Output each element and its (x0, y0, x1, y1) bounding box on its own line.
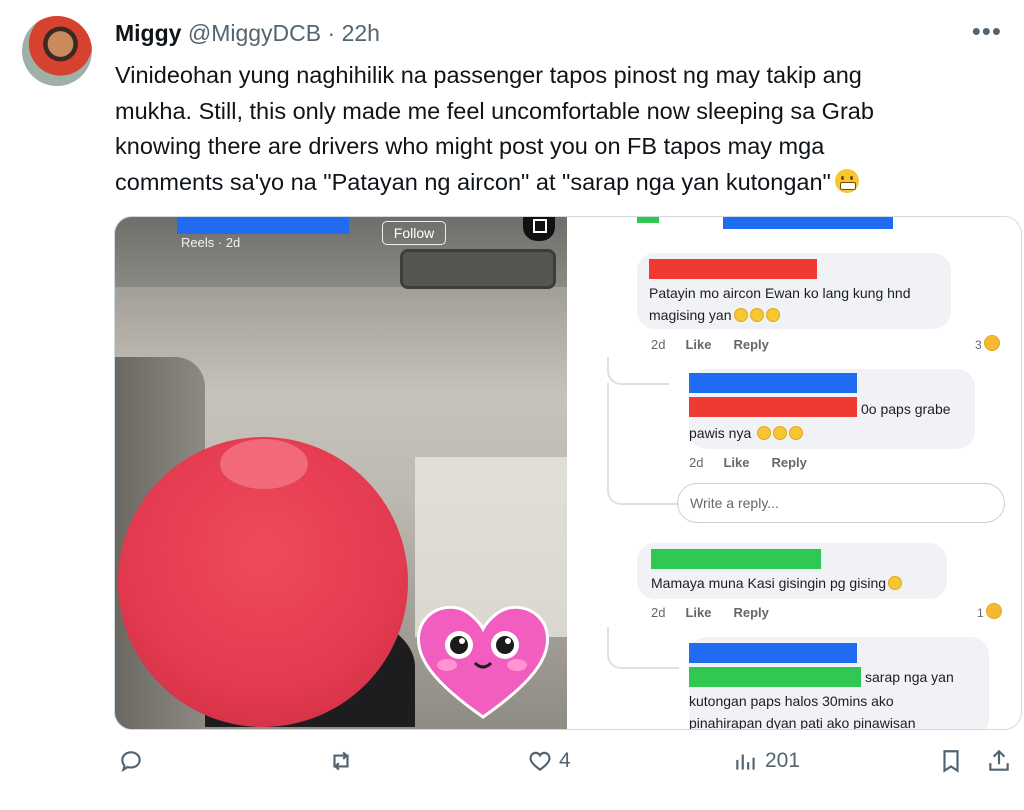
comment-text: Mamaya muna Kasi gisingin pg gising (651, 575, 903, 591)
grimacing-face-emoji-icon (834, 168, 859, 193)
tweet-actions: 4 201 (0, 748, 1024, 788)
censor-bar (689, 373, 857, 393)
bookmark-icon (943, 750, 959, 773)
reply-placeholder: Write a reply... (690, 495, 779, 511)
laughing-emoji-icon (749, 308, 764, 322)
reply-button[interactable] (118, 748, 150, 774)
views-button[interactable]: 201 (733, 748, 800, 774)
comment-text: Patayin mo aircon Ewan ko lang kung hnd (649, 285, 911, 301)
censor-bar (651, 549, 821, 569)
comment-text-line: Mamaya muna Kasi gisingin pg gising (651, 575, 887, 591)
reply-link[interactable]: Reply (771, 455, 806, 470)
censor-bar (637, 217, 659, 223)
thread-line (607, 627, 679, 669)
like-link[interactable]: Like (685, 605, 711, 620)
like-link[interactable]: Like (685, 337, 711, 352)
reply-link[interactable]: Reply (733, 337, 768, 352)
comment-time: 2d (689, 455, 704, 470)
header-separator: · (327, 20, 336, 46)
comments-panel: Patayin mo aircon Ewan ko lang kung hnd … (567, 217, 1021, 729)
bookmark-button[interactable] (938, 748, 964, 774)
comment-text: pinahirapan dyan pati ako pinawisan (689, 715, 916, 730)
relieved-emoji-icon (757, 426, 772, 440)
face-cover-circle (118, 437, 408, 727)
tweet-time[interactable]: 22h (342, 20, 380, 46)
like-button[interactable]: 4 (527, 748, 571, 774)
relieved-emoji-icon (773, 426, 788, 440)
censor-bar (689, 667, 861, 687)
censor-bar (723, 217, 893, 229)
reaction-number: 3 (975, 338, 982, 352)
censor-bar (649, 259, 817, 279)
tweet-media[interactable]: Reels · 2d Follow Patayin mo aircon Ewan… (114, 216, 1022, 730)
laughing-emoji-icon (888, 576, 903, 590)
more-options-icon[interactable]: ••• (972, 16, 1002, 47)
censor-bar (689, 643, 857, 663)
retweet-icon (333, 751, 349, 771)
car-photo[interactable]: Reels · 2d Follow (115, 217, 567, 729)
thread-line (607, 383, 679, 505)
retweet-button[interactable] (328, 748, 360, 774)
comment-text: pawis nya (689, 425, 804, 441)
reaction-number: 1 (977, 606, 984, 620)
comment-text-line: magising yan (649, 307, 732, 323)
tweet-line: mukha. Still, this only made me feel unc… (115, 97, 874, 124)
tweet-line: knowing there are drivers who might post… (115, 133, 825, 159)
censor-bar (689, 397, 857, 417)
reply-link[interactable]: Reply (733, 605, 768, 620)
comment-actions: 2d Like Reply (651, 605, 769, 620)
screenshot-icon (523, 217, 555, 241)
share-icon (989, 749, 1009, 771)
follow-button[interactable]: Follow (382, 221, 446, 245)
author-avatar[interactable] (22, 16, 92, 86)
censor-bar (177, 217, 349, 234)
reaction-count: 3 (975, 335, 1000, 352)
comment-text: sarap nga yan (865, 669, 954, 685)
comment-time: 2d (651, 605, 666, 620)
tweet-line: Vinideohan yung naghihilik na passenger … (115, 62, 862, 88)
comment-actions: 2d Like Reply (651, 337, 769, 352)
tweet-header: Miggy @MiggyDCB · 22h (115, 20, 380, 47)
laughing-emoji-icon (765, 308, 780, 322)
comment-actions: 2d Like Reply (689, 455, 807, 470)
like-link[interactable]: Like (723, 455, 749, 470)
share-button[interactable] (986, 748, 1012, 774)
reels-label: Reels · 2d (181, 235, 241, 250)
relieved-emoji-icon (789, 426, 804, 440)
views-count: 201 (765, 749, 801, 772)
reply-icon (121, 751, 141, 773)
laughing-emoji-icon (983, 335, 1000, 351)
laughing-emoji-icon (985, 603, 1002, 619)
rearview-mirror (400, 249, 556, 289)
heart-sticker-icon (416, 605, 550, 719)
tweet-line-text: comments sa'yo na "Patayan ng aircon" at… (115, 168, 831, 195)
thread-line (607, 357, 669, 385)
author-handle[interactable]: @MiggyDCB (188, 20, 321, 46)
write-reply-input[interactable]: Write a reply... (677, 483, 1005, 523)
heart-icon (529, 751, 551, 771)
like-count: 4 (559, 749, 571, 772)
laughing-emoji-icon (733, 308, 748, 322)
tweet-text: Vinideohan yung naghihilik na passenger … (115, 58, 995, 200)
comment-time: 2d (651, 337, 666, 352)
comment-text: 0o paps grabe (861, 401, 951, 417)
tweet-line: comments sa'yo na "Patayan ng aircon" at… (115, 165, 995, 201)
comment-text: kutongan paps halos 30mins ako (689, 693, 894, 709)
comment-text-line: pawis nya (689, 425, 752, 441)
author-name[interactable]: Miggy (115, 20, 181, 46)
views-chart-icon (736, 754, 755, 770)
comment-text: magising yan (649, 307, 780, 323)
reaction-count: 1 (977, 603, 1002, 620)
